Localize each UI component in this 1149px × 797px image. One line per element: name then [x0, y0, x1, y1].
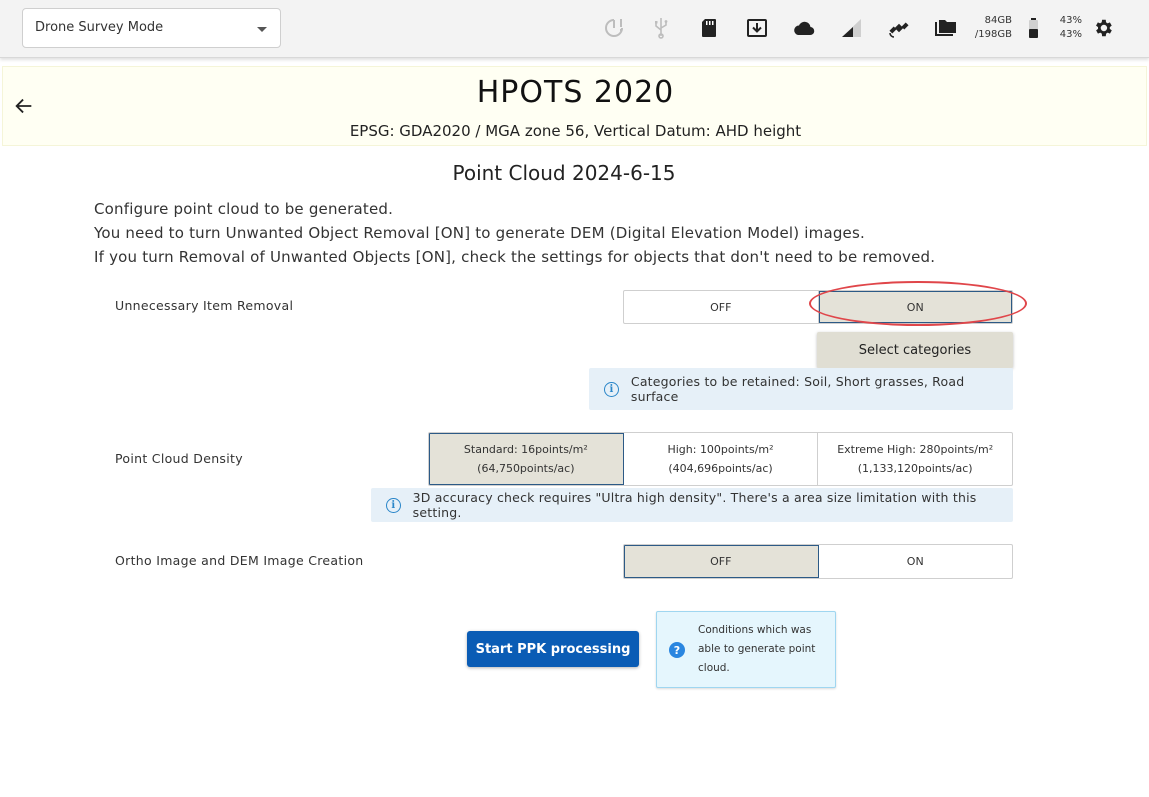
- removal-toggle: OFF ON: [623, 290, 1013, 324]
- info-icon: i: [604, 381, 619, 397]
- density-option-name: Extreme High: 280points/m²: [837, 443, 994, 456]
- top-bar: Drone Survey Mode 84GB /198GB 43% 43%: [0, 0, 1149, 58]
- battery-icon: [1029, 18, 1038, 38]
- density-selector: Standard: 16points/m² (64,750points/ac) …: [428, 432, 1013, 486]
- ortho-toggle: OFF ON: [623, 544, 1013, 579]
- select-categories-button[interactable]: Select categories: [817, 332, 1013, 368]
- battery-level-1: 43%: [1059, 15, 1082, 26]
- ortho-on-option[interactable]: ON: [819, 545, 1013, 578]
- battery-level-2: 43%: [1059, 29, 1082, 40]
- sync-pending-icon: [605, 19, 623, 37]
- chevron-down-icon: [257, 27, 267, 32]
- retained-categories-info: i Categories to be retained: Soil, Short…: [589, 368, 1013, 410]
- density-standard-option[interactable]: Standard: 16points/m² (64,750points/ac): [429, 433, 624, 485]
- retained-categories-text: Categories to be retained: Soil, Short g…: [630, 374, 965, 404]
- density-label: Point Cloud Density: [115, 451, 243, 466]
- storage-indicator: 84GB /198GB: [966, 14, 1012, 42]
- mode-select[interactable]: Drone Survey Mode: [22, 8, 281, 48]
- page-title: Point Cloud 2024-6-15: [452, 161, 676, 185]
- project-header: HPOTS 2020 EPSG: GDA2020 / MGA zone 56, …: [2, 66, 1147, 146]
- density-option-per-acre: (1,133,120points/ac): [857, 462, 973, 475]
- density-option-per-acre: (64,750points/ac): [477, 462, 575, 475]
- density-option-per-acre: (404,696points/ac): [668, 462, 773, 475]
- usb-icon: [655, 18, 668, 39]
- density-extreme-high-option[interactable]: Extreme High: 280points/m² (1,133,120poi…: [818, 433, 1012, 485]
- density-info-text: 3D accuracy check requires "Ultra high d…: [412, 490, 977, 520]
- cloud-icon: [794, 21, 815, 36]
- storage-total: /198GB: [974, 29, 1012, 40]
- start-ppk-button[interactable]: Start PPK processing: [467, 631, 639, 667]
- removal-off-option[interactable]: OFF: [624, 291, 819, 323]
- info-icon: i: [386, 497, 401, 513]
- density-high-option[interactable]: High: 100points/m² (404,696points/ac): [624, 433, 819, 485]
- intro-text: Configure point cloud to be generated. Y…: [94, 197, 935, 269]
- intro-line: If you turn Removal of Unwanted Objects …: [94, 248, 936, 266]
- intro-line: Configure point cloud to be generated.: [94, 200, 394, 218]
- satellite-icon: [889, 22, 909, 38]
- density-option-name: Standard: 16points/m²: [463, 443, 588, 456]
- download-icon: [747, 19, 767, 37]
- density-info: i 3D accuracy check requires "Ultra high…: [371, 488, 1013, 522]
- ortho-label: Ortho Image and DEM Image Creation: [115, 553, 364, 568]
- removal-label: Unnecessary Item Removal: [115, 298, 294, 313]
- storage-used: 84GB: [984, 15, 1012, 26]
- battery-level: 43% 43%: [1052, 14, 1082, 42]
- removal-on-option[interactable]: ON: [818, 291, 1012, 323]
- help-icon: ?: [669, 642, 685, 658]
- gear-icon[interactable]: [1092, 17, 1114, 39]
- project-title: HPOTS 2020: [476, 75, 675, 110]
- sd-card-icon: [702, 19, 716, 37]
- mode-select-value: Drone Survey Mode: [35, 20, 164, 35]
- signal-strength-icon: [842, 19, 861, 37]
- conditions-text: Conditions which was able to generate po…: [698, 624, 816, 674]
- density-option-name: High: 100points/m²: [667, 443, 774, 456]
- ortho-off-option[interactable]: OFF: [624, 545, 819, 578]
- project-crs: EPSG: GDA2020 / MGA zone 56, Vertical Da…: [349, 122, 802, 140]
- folder-icon: [935, 20, 956, 36]
- intro-line: You need to turn Unwanted Object Removal…: [94, 224, 865, 242]
- conditions-note: ? Conditions which was able to generate …: [656, 611, 836, 688]
